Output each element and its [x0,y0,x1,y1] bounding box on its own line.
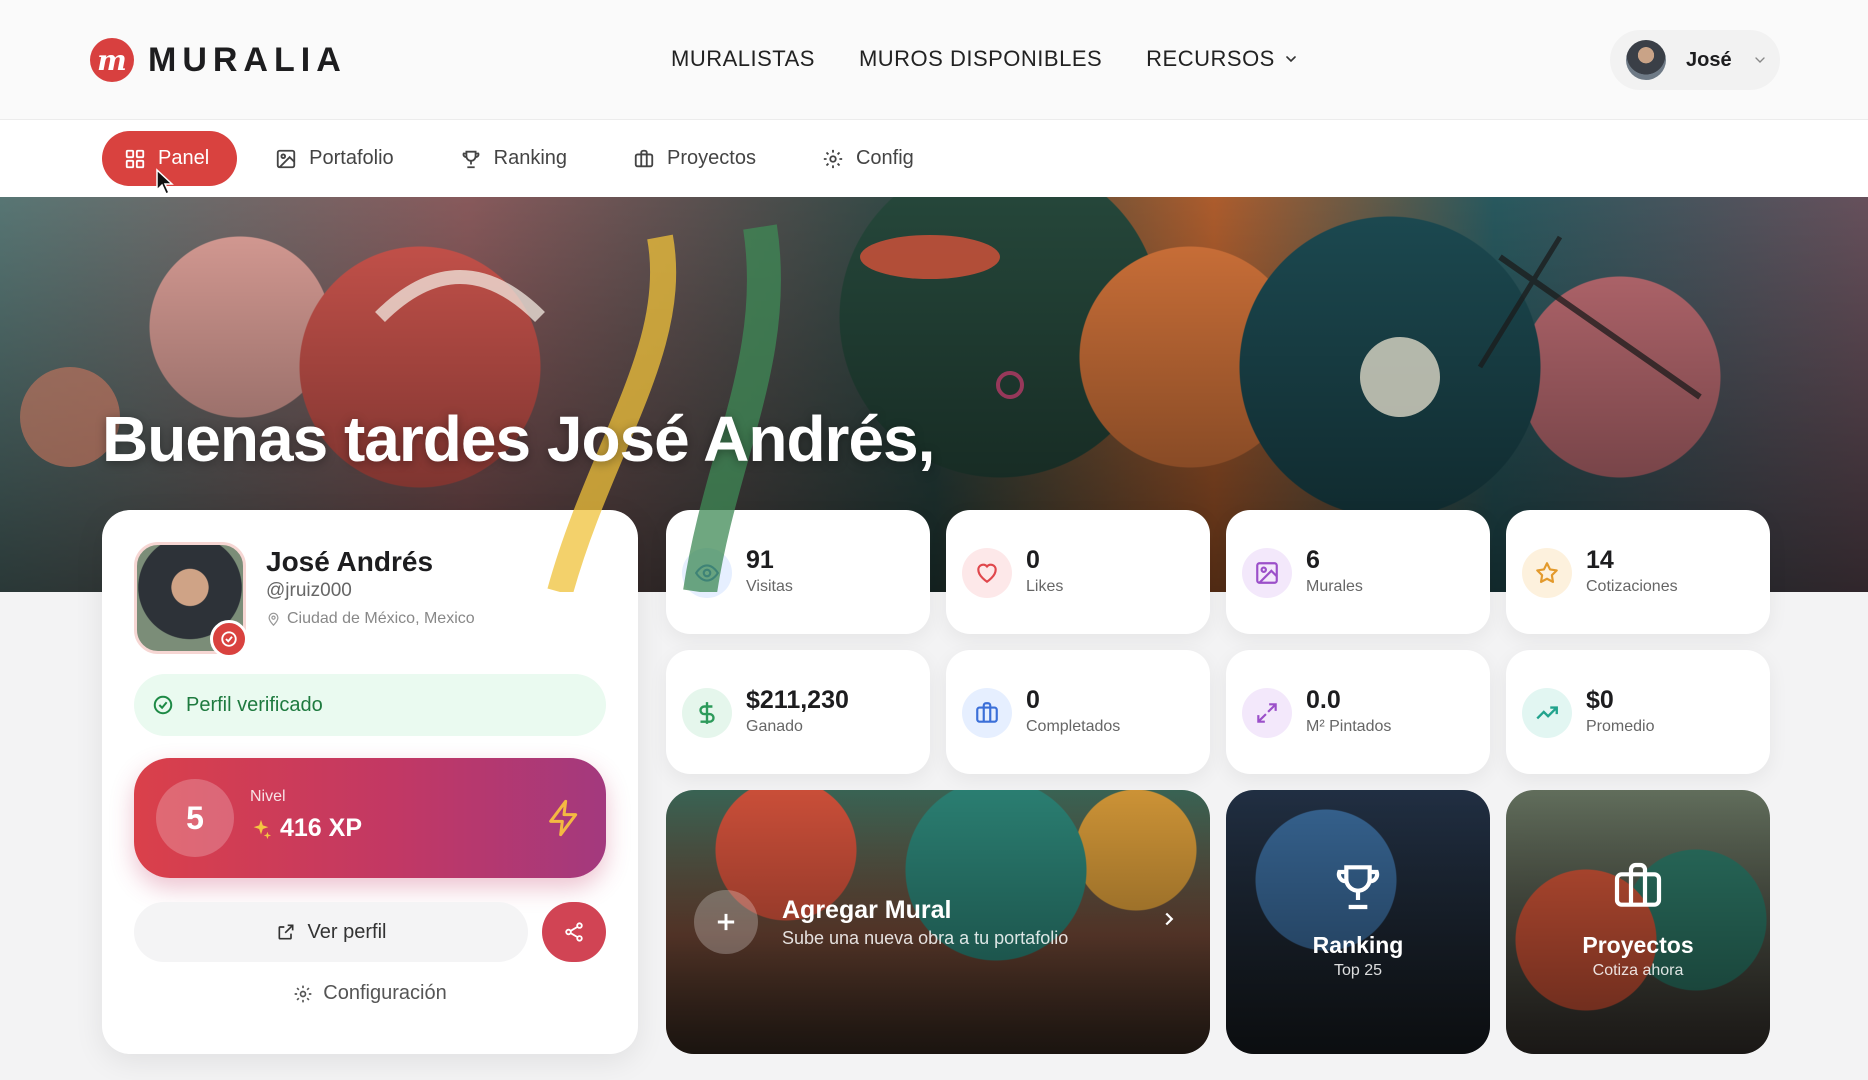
mouse-cursor-icon [156,168,174,196]
chevron-down-icon [1754,57,1765,63]
proyectos-tile[interactable]: Proyectos Cotiza ahora [1506,790,1770,1054]
profile-location: Ciudad de México, Mexico [266,610,475,628]
tab-label: Config [855,147,914,169]
tile-subtitle: Cotiza ahora [1592,962,1684,979]
tab-config[interactable]: Config [800,131,942,186]
xp-value: 416 XP [250,814,362,843]
sub-nav: Panel Portafolio Ranking Proyectos Confi… [102,131,942,186]
chevron-right-icon [1165,912,1174,926]
greeting-title: Buenas tardes José Andrés, [102,403,935,475]
lightning-icon [549,799,578,837]
top-header: m MURALIA MURALISTAS MUROS DISPONIBLES R… [0,0,1868,120]
sub-nav-bar: Panel Portafolio Ranking Proyectos Confi… [0,120,1868,197]
plus-icon [694,890,758,954]
stat-value: 0 [1026,686,1040,714]
stat-ganado: $211,230 Ganado [666,650,930,774]
ranking-tile[interactable]: Ranking Top 25 [1226,790,1490,1054]
location-text: Ciudad de México, Mexico [287,610,475,627]
mural-art-background [20,224,1702,592]
share-icon [565,922,583,942]
verified-badge-icon [210,620,248,658]
briefcase-icon [1506,858,1770,919]
share-button[interactable] [542,902,606,962]
tile-title: Agregar Mural [782,896,952,924]
sparkles-icon [253,819,272,839]
verified-label: Perfil verificado [186,693,323,716]
nav-label: RECURSOS [1146,46,1275,71]
verified-status: Perfil verificado [134,674,606,736]
dashboard-icon [125,149,145,168]
level-label: Nivel [250,788,286,805]
external-link-icon [278,924,294,940]
tab-label: Panel [158,147,210,169]
tab-proyectos[interactable]: Proyectos [611,131,784,186]
stat-promedio: $0 Promedio [1506,650,1770,774]
logo-mark-icon: m [90,38,134,82]
main-nav: MURALISTAS MUROS DISPONIBLES RECURSOS [671,46,1299,72]
tile-subtitle: Top 25 [1333,962,1383,979]
nav-label: MURALISTAS [671,46,815,71]
view-profile-label: Ver perfil [307,920,387,943]
stat-label: Ganado [746,718,803,735]
stat-label: M² Pintados [1306,718,1392,735]
settings-link[interactable]: Configuración [102,982,638,1005]
trophy-icon [462,150,480,168]
dollar-icon [682,688,732,738]
stat-label: Completados [1026,718,1121,735]
level-number: 5 [156,779,234,857]
nav-muros-disponibles[interactable]: MUROS DISPONIBLES [859,46,1102,72]
gear-icon [823,149,843,168]
stat-value: $0 [1586,686,1614,714]
brand-logo[interactable]: m MURALIA [90,38,347,82]
briefcase-icon [962,688,1012,738]
view-profile-button[interactable]: Ver perfil [134,902,528,962]
tile-title: Ranking [1312,932,1404,958]
level-card: 5 Nivel 416 XP [134,758,606,878]
trending-up-icon [1522,688,1572,738]
hero-banner [0,197,1868,592]
image-icon [276,149,296,168]
tab-ranking[interactable]: Ranking [438,131,595,186]
user-name: José [1686,48,1732,71]
user-menu[interactable]: José [1610,30,1780,90]
brand-name: MURALIA [148,40,347,79]
expand-icon [1242,688,1292,738]
tile-subtitle: Sube una nueva obra a tu portafolio [782,928,1069,948]
tab-label: Ranking [493,147,568,169]
stat-value: 0.0 [1306,686,1341,714]
trophy-icon [1226,858,1490,919]
nav-label: MUROS DISPONIBLES [858,46,1103,71]
stat-completados: 0 Completados [946,650,1210,774]
chevron-down-icon [1286,56,1296,63]
check-circle-icon [153,695,173,715]
stat-m2-pintados: 0.0 M² Pintados [1226,650,1490,774]
settings-label: Configuración [323,982,447,1004]
tile-title: Proyectos [1582,932,1694,958]
briefcase-icon [634,149,654,167]
stat-value: $211,230 [746,686,849,714]
gear-icon [294,985,312,1002]
nav-recursos[interactable]: RECURSOS [1146,46,1299,72]
map-pin-icon [268,612,279,626]
tab-label: Portafolio [309,147,394,169]
xp-text: 416 XP [280,814,363,842]
stat-label: Promedio [1586,718,1655,735]
add-mural-tile[interactable]: Agregar Mural Sube una nueva obra a tu p… [666,790,1210,1054]
tab-portafolio[interactable]: Portafolio [253,131,422,186]
avatar [1626,40,1666,80]
nav-muralistas[interactable]: MURALISTAS [671,46,815,72]
tab-label: Proyectos [667,147,756,169]
